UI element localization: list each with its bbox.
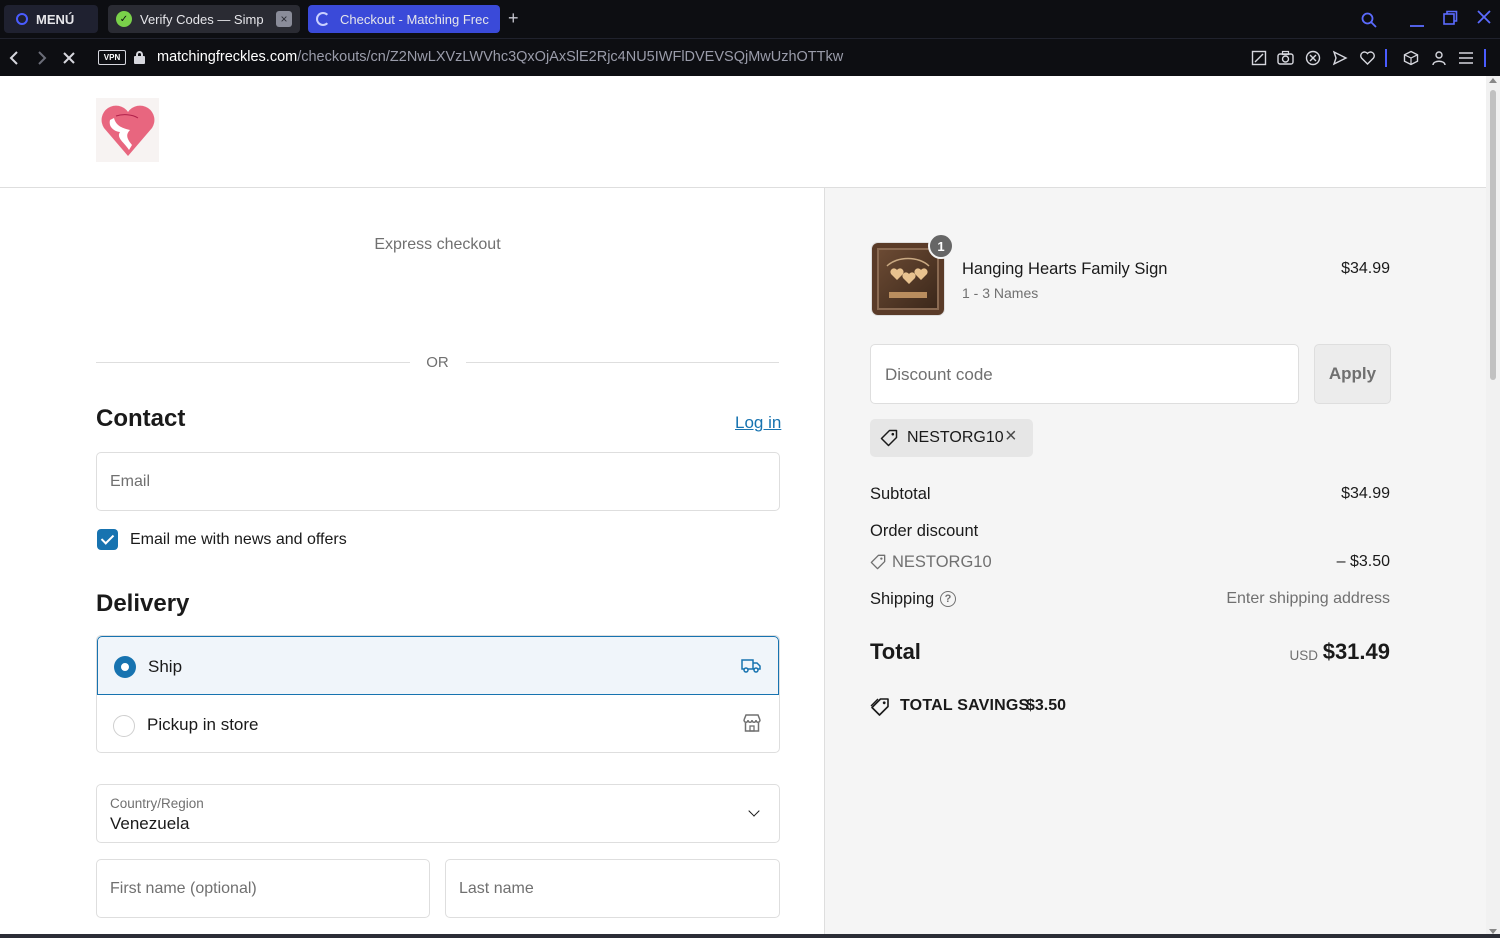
search-tabs-icon[interactable] — [1360, 11, 1378, 29]
profile-icon[interactable] — [1431, 50, 1447, 66]
subtotal-value: $34.99 — [1341, 485, 1390, 502]
chevron-down-icon — [748, 805, 760, 817]
tab-title: Checkout - Matching Frec — [340, 11, 489, 27]
discount-tag-icon — [870, 554, 886, 570]
country-label: Country/Region — [110, 796, 204, 811]
total-savings-value: $3.50 — [1026, 697, 1067, 714]
discount-code-input[interactable]: Discount code — [870, 344, 1299, 404]
back-icon[interactable] — [7, 50, 21, 66]
pickup-radio[interactable] — [113, 715, 135, 737]
forward-icon[interactable] — [35, 50, 49, 66]
product-price: $34.99 — [1341, 260, 1390, 277]
express-checkout-label: Express checkout — [374, 236, 501, 253]
restore-icon[interactable] — [1442, 10, 1458, 26]
url-text[interactable]: matchingfreckles.com/checkouts/cn/Z2NwLX… — [157, 49, 843, 65]
close-window-icon[interactable] — [1476, 9, 1492, 25]
edit-page-icon[interactable] — [1251, 50, 1267, 66]
first-name-field[interactable]: First name (optional) — [96, 859, 430, 918]
ship-label: Ship — [148, 657, 183, 676]
order-summary: 1 Hanging Hearts Family Sign 1 - 3 Names… — [824, 188, 1486, 938]
email-field[interactable]: Email — [96, 452, 780, 511]
last-name-field[interactable]: Last name — [445, 859, 780, 918]
delivery-heading: Delivery — [96, 590, 190, 617]
order-discount-label: Order discount — [870, 522, 979, 540]
discount-code-label: NESTORG10 — [892, 553, 992, 571]
vpn-badge[interactable]: VPN — [98, 50, 126, 65]
ship-radio[interactable] — [114, 656, 136, 678]
tab-checkout[interactable]: Checkout - Matching Frec — [308, 5, 500, 33]
sidebar-indicator — [1484, 49, 1486, 67]
checkout-page: Express checkout OR Contact Log in Email… — [0, 76, 1486, 938]
quantity-badge: 1 — [928, 233, 954, 259]
heart-logo-icon — [101, 105, 155, 156]
stop-loading-icon[interactable] — [62, 51, 76, 65]
easy-setup-icon[interactable] — [1458, 51, 1474, 65]
heart-bookmark-icon[interactable] — [1359, 50, 1376, 66]
first-name-placeholder: First name (optional) — [110, 880, 257, 897]
applied-discount-tag: NESTORG10 × — [870, 419, 1033, 457]
tab-title: Verify Codes — Simp — [140, 11, 264, 27]
discount-value: – $3.50 — [1336, 553, 1390, 570]
shipping-value: Enter shipping address — [1226, 590, 1390, 607]
address-bar: VPN matchingfreckles.com/checkouts/cn/Z2… — [0, 38, 1500, 76]
scrollbar-thumb[interactable] — [1490, 90, 1496, 380]
contact-heading: Contact — [96, 405, 186, 432]
email-placeholder: Email — [110, 473, 151, 490]
shipping-label: Shipping — [870, 590, 935, 608]
total-value: $31.49 — [1322, 639, 1390, 664]
loading-spinner-icon — [316, 12, 330, 26]
newsletter-label[interactable]: Email me with news and offers — [130, 531, 347, 549]
pickup-label: Pickup in store — [147, 715, 259, 734]
product-image — [886, 257, 930, 298]
delivery-option-pickup[interactable]: Pickup in store — [97, 695, 779, 752]
camera-icon[interactable] — [1277, 50, 1294, 66]
opera-logo-icon — [16, 13, 28, 25]
scroll-up-icon[interactable] — [1489, 78, 1497, 83]
url-host: matchingfreckles.com — [157, 49, 298, 65]
delivery-option-ship[interactable]: Ship — [97, 636, 779, 695]
extensions-cube-icon[interactable] — [1403, 50, 1419, 66]
product-variant: 1 - 3 Names — [962, 285, 1039, 301]
last-name-placeholder: Last name — [459, 880, 534, 897]
country-value: Venezuela — [110, 814, 190, 833]
subtotal-label: Subtotal — [870, 485, 931, 503]
total-currency: USD — [1289, 648, 1318, 663]
remove-discount-icon[interactable]: × — [1005, 425, 1017, 448]
store-logo[interactable] — [96, 98, 159, 162]
new-tab-button[interactable]: + — [508, 8, 519, 29]
delivery-method-group: Ship Pickup in store — [96, 635, 780, 753]
url-path: /checkouts/cn/Z2NwLXVzLWVhc3QxOjAxSlE2Rj… — [297, 49, 844, 65]
send-icon[interactable] — [1332, 50, 1348, 66]
help-icon[interactable]: ? — [940, 591, 956, 607]
lock-icon[interactable] — [134, 51, 145, 64]
tab-verify-codes[interactable]: ✓ Verify Codes — Simp × — [108, 5, 300, 33]
bottom-edge — [0, 934, 1500, 938]
product-name: Hanging Hearts Family Sign — [962, 260, 1168, 278]
close-tab-icon[interactable]: × — [276, 11, 292, 27]
page-scrollbar[interactable] — [1486, 76, 1500, 938]
toolbar-separator — [1385, 49, 1387, 67]
total-savings-label: TOTAL SAVINGS — [900, 697, 1030, 714]
ad-block-icon[interactable] — [1305, 50, 1321, 66]
truck-icon — [741, 659, 761, 673]
menu-label: MENÚ — [36, 11, 75, 27]
or-divider-label: OR — [426, 354, 449, 371]
login-link[interactable]: Log in — [735, 413, 781, 433]
applied-code-text: NESTORG10 — [907, 429, 1004, 446]
apply-discount-button[interactable]: Apply — [1314, 344, 1391, 404]
browser-menu-button[interactable]: MENÚ — [4, 5, 98, 33]
newsletter-checkbox[interactable] — [97, 529, 118, 550]
tag-icon — [880, 429, 898, 447]
browser-tab-bar: MENÚ ✓ Verify Codes — Simp × Checkout - … — [0, 0, 1500, 38]
discount-placeholder: Discount code — [885, 365, 993, 384]
total-label: Total — [870, 639, 921, 664]
store-header — [0, 76, 1486, 188]
minimize-icon[interactable] — [1408, 12, 1426, 30]
savings-tag-icon — [870, 698, 889, 716]
country-select[interactable]: Country/Region Venezuela — [96, 784, 780, 843]
check-favicon-icon: ✓ — [116, 11, 132, 27]
store-icon — [743, 714, 761, 732]
